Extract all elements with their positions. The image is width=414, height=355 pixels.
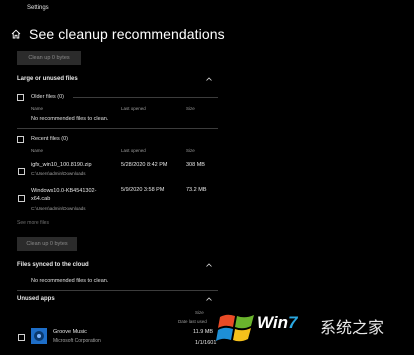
app-size: 11.9 MB	[193, 329, 214, 335]
music-disc-icon	[34, 331, 44, 341]
file-name: Windows10.0-KB4541302-x64.cab	[31, 188, 97, 202]
file-size: 73.2 MB	[186, 187, 207, 193]
file-name: igfx_win10_100.8190.zip	[31, 162, 92, 168]
divider	[73, 97, 218, 98]
file-size: 308 MB	[186, 162, 205, 168]
app-publisher: Microsoft Corporation	[53, 338, 101, 344]
app-name: Groove Music	[53, 329, 87, 335]
file-path: C:\Users\admin\Downloads	[31, 206, 86, 211]
col-name: Name	[31, 106, 44, 111]
divider	[17, 128, 218, 129]
watermark-brand: Win7	[257, 313, 298, 332]
older-files-label: Older files (0)	[31, 94, 65, 100]
chevron-up-icon[interactable]	[206, 263, 212, 267]
see-more-files-link[interactable]: See more files	[17, 220, 49, 226]
app-row-checkbox[interactable]	[18, 334, 25, 341]
file-last-opened: 5/28/2020 8:42 PM	[121, 162, 168, 168]
windows-logo-watermark	[216, 314, 254, 342]
synced-empty-text: No recommended files to clean.	[31, 278, 109, 284]
watermark-brand-cn: 系统之家	[320, 318, 385, 337]
col-size: Size	[186, 148, 195, 153]
file-path: C:\Users\admin\Downloads	[31, 171, 86, 176]
col-last-opened: Last opened	[121, 106, 146, 111]
recent-files-label: Recent files (0)	[31, 136, 68, 142]
section-large-unused-title: Large or unused files	[17, 76, 78, 82]
older-files-checkbox[interactable]	[17, 94, 24, 101]
window-title: Settings	[27, 5, 49, 11]
col-last-opened: Last opened	[121, 148, 146, 153]
file-row-checkbox[interactable]	[18, 168, 25, 175]
divider	[17, 290, 218, 291]
col-date-last-used: Date last used	[178, 319, 207, 324]
clean-up-button-top[interactable]: Clean up 0 bytes	[17, 51, 81, 65]
clean-up-button-large[interactable]: Clean up 0 bytes	[17, 237, 77, 251]
recent-files-checkbox[interactable]	[17, 136, 24, 143]
file-row-checkbox[interactable]	[18, 195, 25, 202]
section-synced-title: Files synced to the cloud	[17, 262, 89, 268]
chevron-up-icon[interactable]	[206, 297, 212, 301]
older-files-empty-text: No recommended files to clean.	[31, 116, 109, 122]
col-name: Name	[31, 148, 44, 153]
groove-music-app-icon	[31, 328, 47, 344]
section-unused-apps-title: Unused apps	[17, 296, 55, 302]
col-size: Size	[186, 106, 195, 111]
home-icon[interactable]	[11, 29, 21, 39]
chevron-up-icon[interactable]	[206, 77, 212, 81]
col-app-size: Size	[195, 310, 204, 315]
page-title: See cleanup recommendations	[29, 26, 225, 42]
file-last-opened: 5/9/2020 3:58 PM	[121, 187, 165, 193]
